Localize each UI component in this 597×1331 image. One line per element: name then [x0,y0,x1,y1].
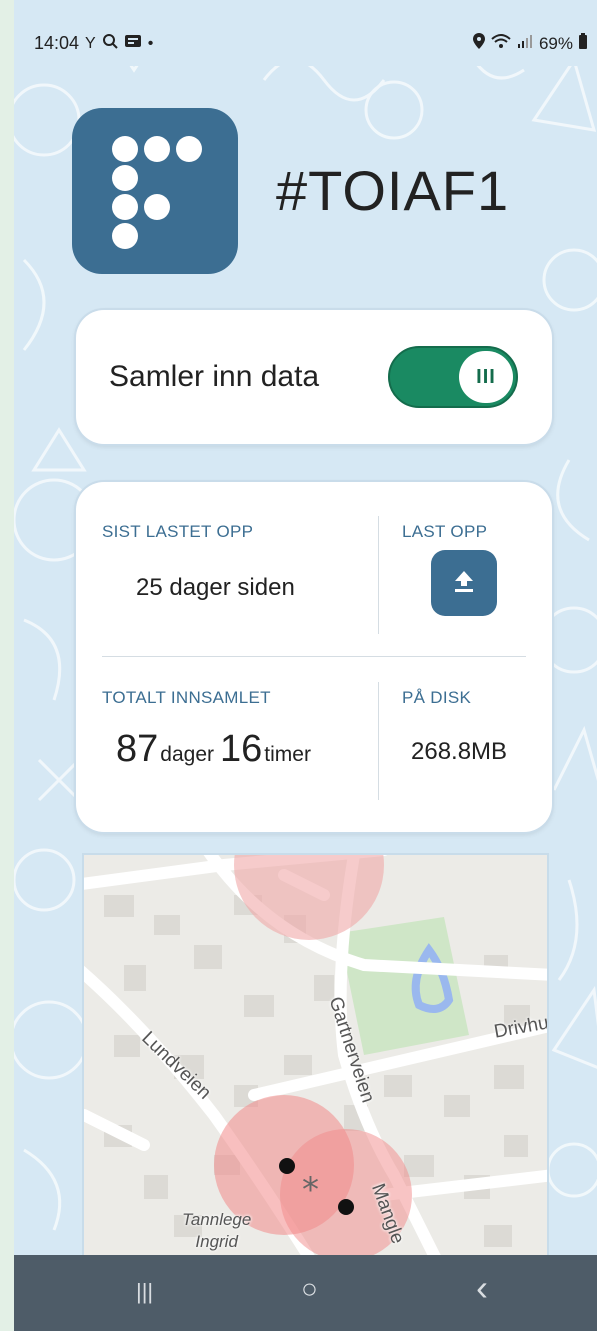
poi-label: Tannlege Ingrid [182,1209,251,1253]
map-area-circle [234,855,384,940]
upload-button[interactable] [431,550,497,616]
logo-dot [112,194,138,220]
toggle-knob-glyph: III [476,365,496,388]
logo-dot [112,165,138,191]
phone-screen: 14:04 Y • 69% #TOIAF1 Samler inn data II… [14,0,597,1331]
logo-dot [144,194,170,220]
total-collected-label: TOTALT INNSAMLET [102,688,271,707]
total-collected-value: 87dager 16timer [116,728,317,771]
back-button[interactable]: ‹ [476,1267,488,1309]
status-time: 14:04 [34,33,80,53]
upload-icon [453,569,475,598]
recent-apps-button[interactable]: ||| [136,1279,153,1305]
battery-icon [579,33,587,54]
days-unit: dager [160,743,214,766]
map-point [279,1158,295,1174]
battery-percent: 69% [538,33,573,53]
upload-label: LAST OPP [402,522,488,541]
last-upload-value: 25 dager siden [136,574,295,601]
antenna-icon: Y [85,34,96,52]
app-logo-icon [72,108,238,274]
home-button[interactable]: ○ [301,1273,318,1305]
sim-icon [124,34,142,53]
divider [378,682,379,800]
logo-dot [112,223,138,249]
signal-icon [517,33,533,54]
status-bar-right: 69% [472,33,587,54]
dot-icon: • [147,34,154,52]
status-bar-left: 14:04 Y • [34,33,153,54]
logo-dot [112,136,138,162]
divider [102,656,526,657]
disk-label: PÅ DISK [402,688,472,707]
status-bar: 14:04 Y • 69% [14,22,597,66]
divider [378,516,379,634]
collect-data-toggle[interactable]: III [388,346,518,408]
collect-data-label: Samler inn data [109,360,320,393]
last-upload-label: SIST LASTET OPP [102,522,254,541]
total-days: 87 [116,728,159,770]
hours-unit: timer [264,743,311,766]
location-map[interactable]: * Lundveien Gartnerveien Drivhu Mangle T… [82,853,549,1265]
map-marker-icon: * [302,1170,319,1210]
device-id-title: #TOIAF1 [276,159,510,222]
poi-label-line2: Ingrid [195,1232,238,1251]
search-icon [102,33,118,54]
wifi-icon [491,33,511,54]
stats-card: SIST LASTET OPP 25 dager siden LAST OPP … [76,482,552,832]
logo-dot [144,136,170,162]
collect-data-card: Samler inn data III [76,310,552,444]
system-nav-bar: ||| ○ ‹ [14,1255,597,1331]
disk-value: 268.8MB [411,738,508,765]
total-hours: 16 [220,728,263,770]
location-icon [472,33,485,54]
logo-dot [176,136,202,162]
map-point [338,1199,354,1215]
toggle-knob: III [459,351,513,403]
poi-label-line1: Tannlege [182,1210,252,1229]
